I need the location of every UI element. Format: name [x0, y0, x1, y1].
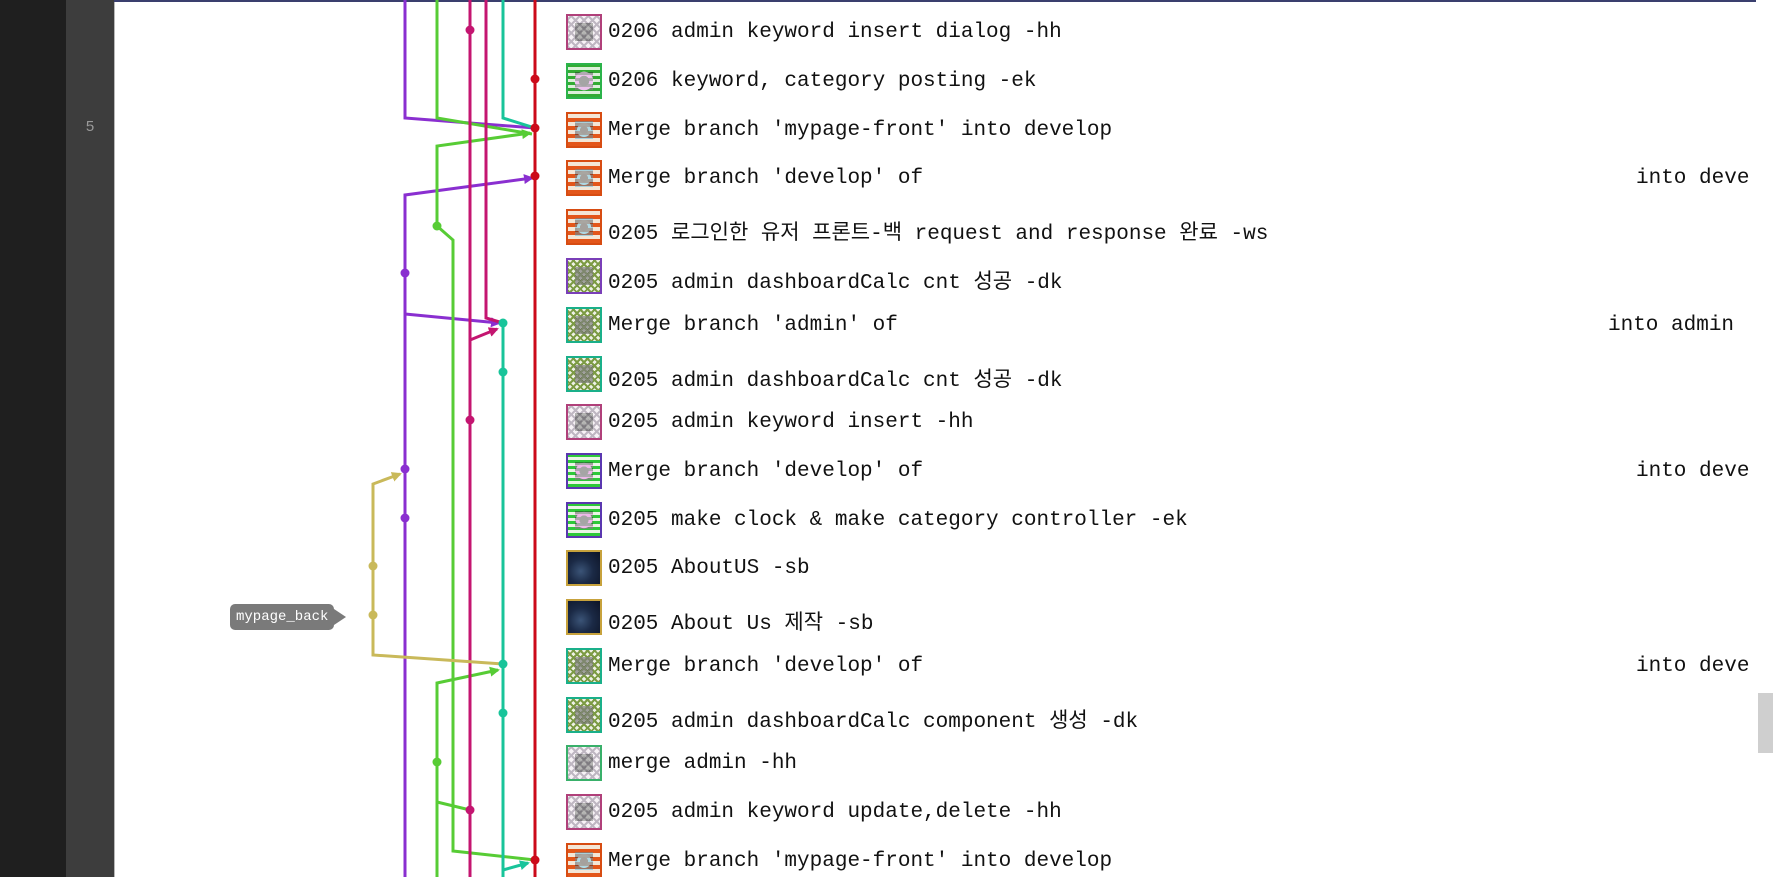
- commit-row[interactable]: 0205 admin dashboardCalc cnt 성공 -dk: [566, 350, 1756, 394]
- branch-line-magenta: [484, 0, 504, 325]
- commit-row[interactable]: 0205 About Us 제작 -sb: [566, 593, 1756, 637]
- branch-line-olive: [371, 472, 402, 615]
- commit-dot: [498, 659, 508, 669]
- author-avatar: [566, 794, 602, 830]
- commit-row[interactable]: Merge branch 'develop' of into deve: [566, 154, 1756, 198]
- commit-message: 0205 로그인한 유저 프론트-백 request and response …: [608, 223, 1269, 246]
- commit-row[interactable]: 0206 admin keyword insert dialog -hh: [566, 8, 1756, 52]
- commit-message-trailing: into admin: [1608, 314, 1735, 337]
- commit-dot: [400, 464, 410, 474]
- commit-dot: [530, 123, 540, 133]
- commit-dot: [498, 708, 508, 718]
- commit-row[interactable]: merge admin -hh: [566, 739, 1756, 783]
- author-avatar: [566, 453, 602, 489]
- commit-message: Merge branch 'develop' of: [608, 460, 924, 483]
- author-avatar: [566, 599, 602, 635]
- author-avatar: [566, 648, 602, 684]
- commit-message: merge admin -hh: [608, 752, 798, 775]
- commit-dot: [465, 805, 475, 815]
- commit-dot: [432, 757, 442, 767]
- commit-dot: [400, 513, 410, 523]
- author-avatar: [566, 843, 602, 877]
- commit-list: 0206 admin keyword insert dialog -hh 0206…: [566, 0, 1756, 877]
- commit-row[interactable]: 0205 admin dashboardCalc component 생성 -d…: [566, 691, 1756, 735]
- author-avatar: [566, 160, 602, 196]
- commit-row[interactable]: Merge branch 'develop' of into deve: [566, 642, 1756, 686]
- commit-row[interactable]: 0205 로그인한 유저 프론트-백 request and response …: [566, 203, 1756, 247]
- commit-message: 0205 admin keyword insert -hh: [608, 411, 974, 434]
- commit-message: 0206 keyword, category posting -ek: [608, 70, 1037, 93]
- author-avatar: [566, 258, 602, 294]
- commit-message: Merge branch 'mypage-front' into develop: [608, 850, 1113, 873]
- branch-line-magenta: [469, 327, 499, 342]
- commit-row[interactable]: 0205 admin keyword update,delete -hh: [566, 788, 1756, 832]
- author-avatar: [566, 63, 602, 99]
- commit-message: Merge branch 'develop' of: [608, 167, 924, 190]
- branch-line-teal: [502, 860, 530, 872]
- commit-message: 0205 admin dashboardCalc component 생성 -d…: [608, 711, 1139, 734]
- author-avatar: [566, 112, 602, 148]
- commit-dot: [530, 855, 540, 865]
- author-avatar: [566, 209, 602, 245]
- author-avatar: [566, 14, 602, 50]
- commit-row[interactable]: 0205 AboutUS -sb: [566, 544, 1756, 588]
- author-avatar: [566, 307, 602, 343]
- commit-message: Merge branch 'develop' of: [608, 655, 924, 678]
- commit-dot: [368, 610, 378, 620]
- commit-graph: [368, 0, 540, 877]
- author-avatar: [566, 356, 602, 392]
- author-avatar: [566, 550, 602, 586]
- commit-message-trailing: into deve: [1636, 655, 1750, 678]
- author-avatar: [566, 404, 602, 440]
- commit-row[interactable]: 0205 admin keyword insert -hh: [566, 398, 1756, 442]
- commit-message: 0205 make clock & make category controll…: [608, 509, 1188, 532]
- commit-dot: [400, 268, 410, 278]
- branch-tag-label[interactable]: mypage_back: [230, 604, 347, 630]
- branch-line-green: [435, 666, 500, 762]
- author-avatar: [566, 502, 602, 538]
- commit-message: 0205 admin keyword update,delete -hh: [608, 801, 1062, 824]
- commit-message: 0205 AboutUS -sb: [608, 557, 810, 580]
- commit-dot: [530, 74, 540, 84]
- commit-row[interactable]: Merge branch 'admin' of into admin: [566, 301, 1756, 345]
- branch-line-teal: [501, 0, 536, 130]
- commit-message: 0205 admin dashboardCalc cnt 성공 -dk: [608, 370, 1063, 393]
- commit-dot: [498, 318, 508, 328]
- commit-row[interactable]: Merge branch 'mypage-front' into develop: [566, 837, 1756, 877]
- author-avatar: [566, 697, 602, 733]
- commit-message: Merge branch 'mypage-front' into develop: [608, 119, 1113, 142]
- commit-row[interactable]: Merge branch 'mypage-front' into develop: [566, 106, 1756, 150]
- commit-row[interactable]: 0205 admin dashboardCalc cnt 성공 -dk: [566, 252, 1756, 296]
- commit-message-trailing: into deve: [1636, 167, 1750, 190]
- commit-dot: [465, 415, 475, 425]
- commit-dot: [465, 25, 475, 35]
- scrollbar-thumb[interactable]: [1758, 693, 1773, 753]
- commit-row[interactable]: 0205 make clock & make category controll…: [566, 496, 1756, 540]
- commit-dot: [368, 561, 378, 571]
- commit-row[interactable]: 0206 keyword, category posting -ek: [566, 57, 1756, 101]
- commit-message: 0205 admin dashboardCalc cnt 성공 -dk: [608, 272, 1063, 295]
- branch-line-olive: [371, 615, 504, 666]
- commit-row[interactable]: Merge branch 'develop' of into deve: [566, 447, 1756, 491]
- commit-dot: [432, 221, 442, 231]
- commit-message: 0206 admin keyword insert dialog -hh: [608, 21, 1062, 44]
- commit-message: 0205 About Us 제작 -sb: [608, 613, 874, 636]
- commit-dot: [498, 367, 508, 377]
- commit-dot: [530, 171, 540, 181]
- commit-message-trailing: into deve: [1636, 460, 1750, 483]
- author-avatar: [566, 745, 602, 781]
- commit-message: Merge branch 'admin' of: [608, 314, 898, 337]
